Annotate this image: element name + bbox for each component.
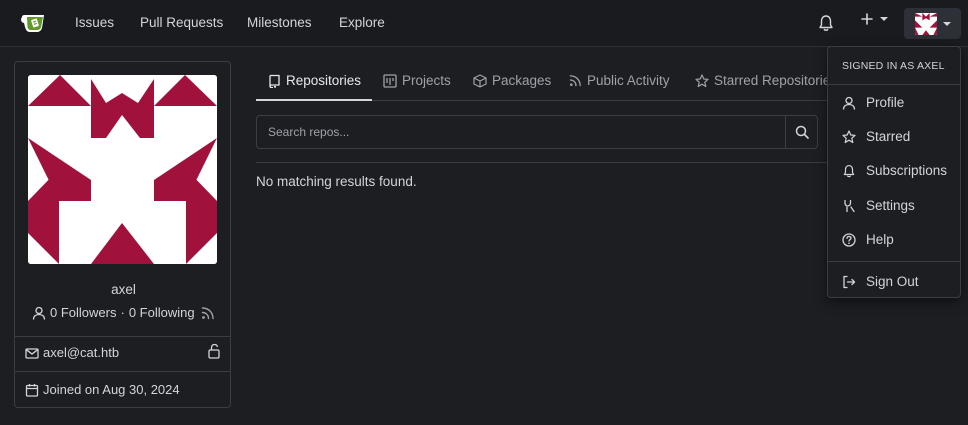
empty-results-message: No matching results found. [256,174,417,189]
person-icon [842,96,856,110]
menu-item-label: Sign Out [866,274,919,289]
rss-feed-icon[interactable] [201,306,215,320]
nav-explore-link[interactable]: Explore [339,15,385,30]
profile-card: axel 0 Followers · 0 Following axel@cat.… [14,61,231,408]
following-link[interactable]: 0 Following [129,305,195,320]
star-icon [695,73,709,88]
avatar [915,12,937,35]
menu-item-label: Profile [866,95,905,110]
menu-item-label: Subscriptions [866,163,948,178]
follow-stats: 0 Followers · 0 Following [32,305,195,320]
mail-icon [25,346,39,360]
menu-item-sign-out[interactable]: Sign Out [842,274,919,289]
nav-pull-requests-link[interactable]: Pull Requests [140,15,223,30]
menu-item-help[interactable]: Help [842,232,894,247]
profile-username: axel [111,282,136,297]
notifications-bell-icon[interactable] [818,14,834,32]
create-new-menu-button[interactable] [860,12,888,26]
profile-avatar [28,75,217,264]
menu-item-label: Help [866,232,894,247]
repo-icon [268,74,281,88]
repo-search-box [256,115,818,149]
menu-item-subscriptions[interactable]: Subscriptions [842,163,947,178]
tab-repositories[interactable]: Repositories [268,73,361,88]
tab-label: Repositories [286,73,362,88]
nav-milestones-link[interactable]: Milestones [247,15,312,30]
menu-item-starred[interactable]: Starred [842,129,910,144]
nav-issues-link[interactable]: Issues [75,15,114,30]
divider [256,162,836,163]
calendar-icon [25,383,39,397]
unlock-icon[interactable] [207,343,221,359]
question-icon [842,232,856,247]
rss-icon [569,74,582,87]
joined-date: Joined on Aug 30, 2024 [43,382,180,397]
followers-link[interactable]: 0 Followers [50,305,116,320]
menu-item-label: Settings [866,198,915,213]
person-icon [32,306,46,320]
project-icon [383,73,397,88]
plus-icon [860,12,874,26]
chevron-down-icon [880,17,888,21]
chevron-down-icon [943,21,951,26]
user-menu-button[interactable] [904,8,961,39]
tab-label: Projects [402,73,451,88]
tab-public-activity[interactable]: Public Activity [569,73,670,88]
tab-packages[interactable]: Packages [473,73,551,88]
tools-icon [842,199,856,213]
package-icon [473,73,487,88]
signed-in-header: SIGNED IN AS AXEL [842,60,945,72]
user-dropdown-menu: SIGNED IN AS AXEL Profile Starred Subscr… [827,46,961,298]
bell-icon [842,164,856,178]
menu-item-profile[interactable]: Profile [842,95,904,110]
tab-label: Public Activity [587,73,670,88]
tab-label: Starred Repositories [714,73,838,88]
menu-item-settings[interactable]: Settings [842,198,915,213]
divider [15,371,230,372]
menu-item-label: Starred [866,129,911,144]
star-icon [842,129,856,144]
search-icon [795,125,809,139]
tab-starred-repositories[interactable]: Starred Repositories [695,73,837,88]
tab-projects[interactable]: Projects [383,73,451,88]
follow-separator: · [120,305,125,320]
joined-row: Joined on Aug 30, 2024 [25,382,180,397]
repo-search-input[interactable] [257,116,785,148]
divider [828,261,960,262]
profile-email[interactable]: axel@cat.htb [43,345,119,360]
email-row: axel@cat.htb [25,345,119,360]
sign-out-icon [842,275,856,289]
profile-tabs: Repositories Projects Packages Public Ac… [256,62,837,101]
tab-label: Packages [492,73,552,88]
gitea-logo-icon[interactable] [20,12,48,34]
divider [828,84,960,85]
search-button[interactable] [785,116,817,148]
divider [15,336,230,337]
active-tab-indicator [256,99,372,101]
top-navbar: Issues Pull Requests Milestones Explore [0,0,968,47]
